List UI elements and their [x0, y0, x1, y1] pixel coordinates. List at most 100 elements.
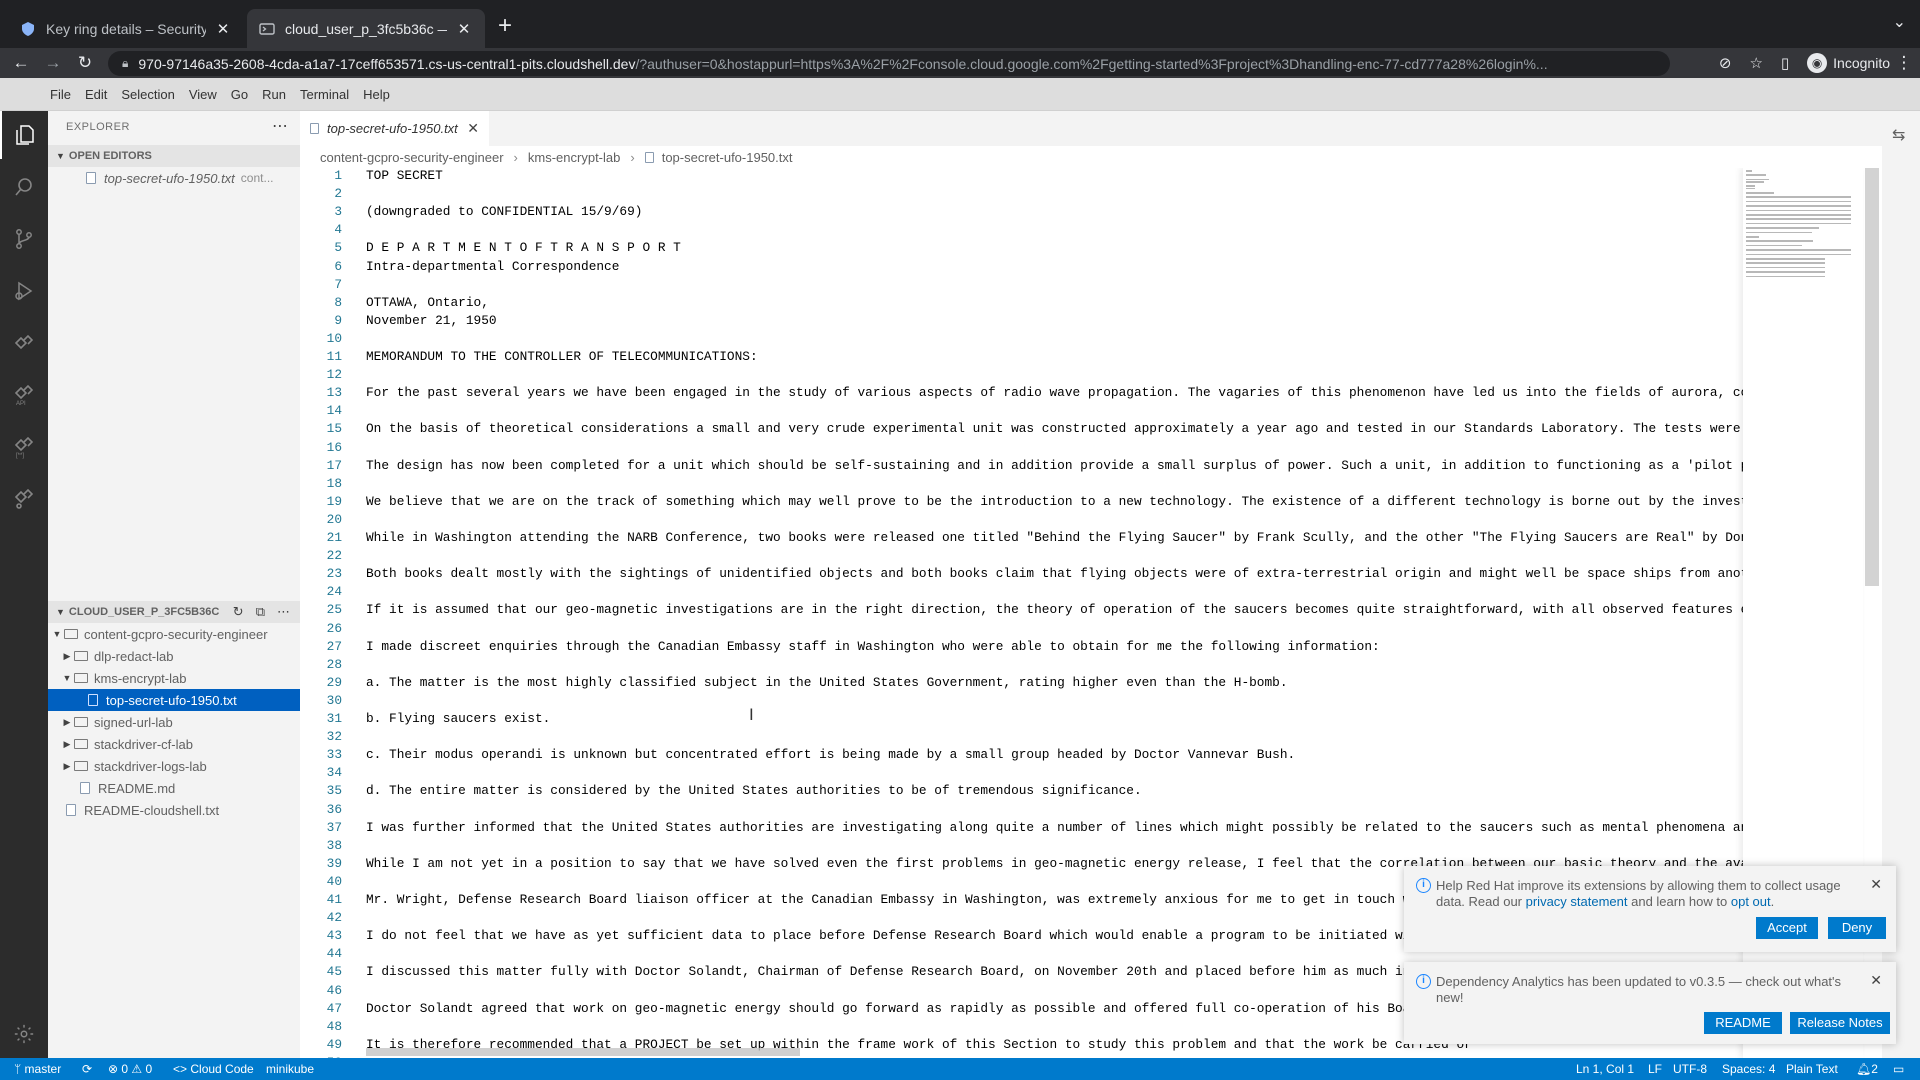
- new-tab-icon[interactable]: +: [498, 12, 512, 40]
- bell-icon: 🔔︎: [1856, 1062, 1872, 1076]
- breadcrumb-item[interactable]: kms-encrypt-lab: [528, 150, 620, 165]
- side-panel-icon[interactable]: ▯: [1781, 54, 1789, 72]
- source-control-icon[interactable]: [0, 215, 48, 263]
- horizontal-scrollbar[interactable]: [366, 1048, 800, 1056]
- encoding-status[interactable]: UTF-8: [1673, 1058, 1707, 1080]
- tree-folder-stackdriver-logs-lab[interactable]: ▶ stackdriver-logs-lab: [48, 755, 300, 777]
- accept-button[interactable]: Accept: [1756, 917, 1818, 939]
- back-arrow-icon[interactable]: ←: [9, 51, 33, 75]
- menu-bar: File Edit Selection View Go Run Terminal…: [0, 78, 1920, 111]
- chevron-right-icon: ▶: [63, 760, 71, 771]
- line-number: 36: [326, 801, 342, 817]
- line-number: 35: [326, 783, 342, 799]
- menu-selection[interactable]: Selection: [121, 87, 174, 102]
- menu-run[interactable]: Run: [262, 87, 286, 102]
- tree-folder-stackdriver-cf-lab[interactable]: ▶ stackdriver-cf-lab: [48, 733, 300, 755]
- minimap-line: [1746, 214, 1852, 216]
- gcp-shield-icon: [22, 21, 34, 36]
- menu-view[interactable]: View: [189, 87, 217, 102]
- notifications-status[interactable]: 🔔︎2: [1856, 1058, 1878, 1080]
- line-number: 37: [326, 819, 342, 835]
- eye-slash-icon[interactable]: ⊘: [1719, 54, 1732, 72]
- chevron-right-icon: ▶: [63, 650, 71, 661]
- menu-edit[interactable]: Edit: [85, 87, 107, 102]
- cursor-position-status[interactable]: Ln 1, Col 1: [1576, 1058, 1634, 1080]
- close-icon[interactable]: ✕: [455, 20, 473, 38]
- open-editor-item[interactable]: top-secret-ufo-1950.txt cont...: [48, 167, 300, 189]
- tree-item-label: kms-encrypt-lab: [94, 670, 187, 686]
- search-icon[interactable]: [0, 163, 48, 211]
- breadcrumb-item[interactable]: top-secret-ufo-1950.txt: [662, 150, 793, 165]
- workspace-header[interactable]: ▼ CLOUD_USER_P_3FC5B36C ↻ ⧉ ⋯: [48, 601, 300, 623]
- indentation-status[interactable]: Spaces: 4: [1722, 1058, 1775, 1080]
- layout-icon[interactable]: ▭: [1893, 1058, 1904, 1080]
- breadcrumb-item[interactable]: content-gcpro-security-engineer: [320, 150, 504, 165]
- tree-file-readme-cloudshell[interactable]: README-cloudshell.txt: [48, 799, 300, 821]
- tree-file-readme-md[interactable]: README.md: [48, 777, 300, 799]
- tree-folder-signed-url-lab[interactable]: ▶ signed-url-lab: [48, 711, 300, 733]
- line-number: 29: [326, 674, 342, 690]
- reload-icon[interactable]: ↻: [73, 51, 97, 75]
- folder-icon: [64, 629, 78, 639]
- more-actions-icon[interactable]: ⋯: [277, 604, 290, 620]
- secret-manager-icon[interactable]: [**]: [0, 423, 48, 471]
- cloud-shell-icon: [259, 22, 275, 35]
- kebab-menu-icon[interactable]: ⋮: [1892, 51, 1916, 75]
- problems-status[interactable]: ⊗ 0 ⚠ 0: [108, 1058, 152, 1080]
- star-icon[interactable]: ☆: [1749, 54, 1762, 72]
- toolbar-actions: ⊘ ☆ ▯ ◉ Incognito: [1719, 51, 1890, 75]
- eol-status[interactable]: LF: [1648, 1058, 1662, 1080]
- vertical-scrollbar[interactable]: [1865, 168, 1879, 586]
- tree-folder-kms-encrypt-lab[interactable]: ▼ kms-encrypt-lab: [48, 667, 300, 689]
- language-mode-status[interactable]: Plain Text: [1786, 1058, 1838, 1080]
- menu-terminal[interactable]: Terminal: [300, 87, 349, 102]
- minimap-line: [1746, 218, 1852, 220]
- readme-button[interactable]: README: [1704, 1012, 1782, 1034]
- code-line: OTTAWA, Ontario,: [366, 294, 489, 310]
- cloud-code-icon[interactable]: [0, 319, 48, 367]
- gke-icon[interactable]: [0, 475, 48, 523]
- release-notes-button[interactable]: Release Notes: [1790, 1012, 1890, 1034]
- cloud-code-status[interactable]: <> Cloud Code: [173, 1058, 254, 1080]
- opt-out-link[interactable]: opt out: [1731, 894, 1771, 909]
- tree-folder-content-gcpro-security-engineer[interactable]: ▼ content-gcpro-security-engineer: [48, 623, 300, 645]
- menu-file[interactable]: File: [50, 87, 71, 102]
- chevron-down-icon[interactable]: ⌄: [1893, 12, 1906, 32]
- kube-context-status[interactable]: minikube: [266, 1058, 314, 1080]
- minimap-line: [1746, 275, 1826, 278]
- tree-file-top-secret-ufo-1950[interactable]: top-secret-ufo-1950.txt: [48, 689, 300, 711]
- close-icon[interactable]: ✕: [214, 20, 232, 38]
- incognito-indicator[interactable]: ◉ Incognito: [1807, 53, 1890, 73]
- gear-icon[interactable]: [0, 1010, 48, 1058]
- address-bar[interactable]: 🔒︎ 970-97146a35-2608-4cda-a1a7-17ceff653…: [108, 51, 1670, 76]
- menu-go[interactable]: Go: [231, 87, 248, 102]
- code-line: TOP SECRET: [366, 168, 443, 183]
- git-branch-status[interactable]: ᛘ master: [14, 1058, 61, 1080]
- editor-tab-top-secret-ufo[interactable]: top-secret-ufo-1950.txt ✕: [300, 111, 490, 146]
- browser-tab-cloudshell[interactable]: cloud_user_p_3fc5b36c — The ✕: [247, 9, 485, 48]
- line-number: 47: [326, 1000, 342, 1016]
- more-actions-icon[interactable]: ⋯: [272, 116, 288, 136]
- minimap-line: [1746, 258, 1826, 260]
- run-debug-icon[interactable]: [0, 267, 48, 315]
- browser-tab-key-ring[interactable]: Key ring details – Security – ha ✕: [8, 9, 244, 48]
- sync-icon[interactable]: ⟳: [82, 1058, 92, 1080]
- gemini-spark-icon[interactable]: ⇆: [1892, 125, 1905, 145]
- forward-arrow-icon[interactable]: →: [41, 51, 65, 75]
- status-bar: ᛘ master ⟳ ⊗ 0 ⚠ 0 <> Cloud Code minikub…: [0, 1058, 1920, 1080]
- tree-folder-dlp-redact-lab[interactable]: ▶ dlp-redact-lab: [48, 645, 300, 667]
- close-icon[interactable]: ✕: [1870, 972, 1882, 989]
- deny-button[interactable]: Deny: [1828, 917, 1886, 939]
- explorer-files-icon[interactable]: [0, 111, 48, 159]
- open-editors-header[interactable]: ▼ OPEN EDITORS: [48, 145, 300, 167]
- open-editors-label: OPEN EDITORS: [68, 150, 152, 162]
- menu-help[interactable]: Help: [363, 87, 390, 102]
- tree-item-label: content-gcpro-security-engineer: [84, 626, 268, 642]
- close-icon[interactable]: ✕: [1870, 876, 1882, 893]
- refresh-icon[interactable]: ↻: [233, 604, 244, 620]
- minimap-line: [1746, 174, 1766, 176]
- collapse-all-icon[interactable]: ⧉: [256, 604, 265, 620]
- cloud-apis-icon[interactable]: API: [0, 371, 48, 419]
- close-icon[interactable]: ✕: [467, 120, 479, 137]
- privacy-statement-link[interactable]: privacy statement: [1526, 894, 1628, 909]
